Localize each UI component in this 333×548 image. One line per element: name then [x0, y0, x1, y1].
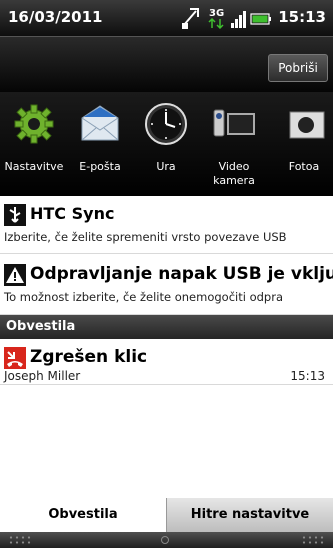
notification-htc-sync[interactable]: HTC Sync Izberite, če želite spremeniti …: [0, 196, 333, 254]
quick-launch-label: Fotoa: [288, 160, 320, 173]
notification-header: Pobriši: [0, 36, 333, 92]
usb-icon: [4, 204, 26, 226]
quick-launch-label: E-pošta: [79, 160, 121, 173]
grip-dots-right: [301, 535, 325, 545]
notification-title: Odpravljanje napak USB je vključ: [30, 264, 333, 284]
video-camera-icon: [213, 109, 255, 137]
quick-launch-email[interactable]: E-pošta: [66, 102, 134, 192]
tab-quick-settings[interactable]: Hitre nastavitve: [166, 498, 333, 532]
settings-gear-icon: [14, 104, 54, 144]
notification-subtitle: To možnost izberite, če želite onemogoči…: [4, 290, 283, 304]
grip-dots-left: [8, 535, 32, 545]
quick-launch-clock[interactable]: Ura: [132, 102, 200, 192]
notification-title: Zgrešen klic: [30, 347, 148, 367]
3g-data-icon: 3G: [208, 8, 224, 30]
clear-button[interactable]: Pobriši: [268, 54, 328, 82]
notification-subtitle: Izberite, če želite spremeniti vrsto pov…: [4, 230, 287, 244]
quick-launch-settings[interactable]: Nastavitve: [0, 102, 68, 192]
email-envelope-icon: [81, 105, 119, 141]
signal-icon: [231, 11, 246, 28]
drawer-handle[interactable]: [0, 532, 333, 548]
notification-caller: Joseph Miller: [4, 369, 81, 383]
notification-usb-debugging[interactable]: Odpravljanje napak USB je vključ To možn…: [0, 254, 333, 315]
tab-notifications[interactable]: Obvestila: [0, 498, 166, 532]
status-icons: 3G: [180, 5, 271, 31]
camera-icon: [289, 111, 325, 139]
tab-bar: Obvestila Hitre nastavitve: [0, 498, 333, 532]
quick-launch-label: Video kamera: [213, 160, 255, 187]
quick-launch-video-camera[interactable]: Video kamera: [200, 102, 268, 192]
warning-icon: [4, 264, 26, 286]
quick-launch-label: Ura: [156, 160, 176, 173]
quick-launch-row: Nastavitve E-pošta Ura Video kamera Foto…: [0, 92, 333, 196]
status-date: 16/03/2011: [8, 8, 103, 26]
svg-text:3G: 3G: [209, 8, 224, 19]
missed-call-icon: [4, 347, 26, 369]
usb-debug-icon: [182, 8, 199, 29]
clock-icon: [145, 103, 187, 145]
quick-launch-label: Nastavitve: [4, 160, 64, 173]
section-header-notifications: Obvestila: [0, 315, 333, 339]
notification-time: 15:13: [290, 369, 325, 383]
quick-launch-camera[interactable]: Fotoa: [270, 102, 333, 192]
handle-knob: [161, 536, 169, 544]
notification-missed-call[interactable]: Zgrešen klic Joseph Miller 15:13: [0, 339, 333, 385]
battery-icon: [250, 13, 271, 25]
notification-list: HTC Sync Izberite, če želite spremeniti …: [0, 196, 333, 498]
status-bar: 16/03/2011 3G 15:13: [0, 0, 333, 36]
notification-title: HTC Sync: [30, 204, 115, 223]
status-time: 15:13: [278, 8, 326, 26]
